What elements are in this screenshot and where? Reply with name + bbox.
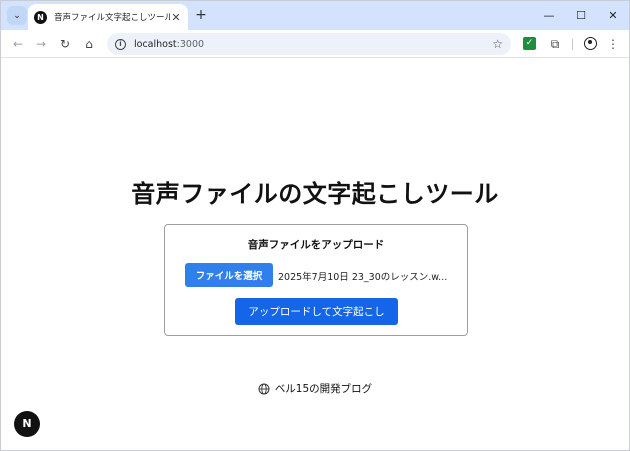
minimize-button[interactable]: — xyxy=(533,9,565,22)
toolbar-divider xyxy=(572,39,573,50)
tab-active[interactable]: N 音声ファイル文字起こしツール ✕ xyxy=(28,4,188,30)
url-text[interactable]: localhost:3000 xyxy=(134,39,492,50)
blog-link[interactable]: ベル15の開発ブログ xyxy=(1,381,629,396)
choose-file-button[interactable]: ファイルを選択 xyxy=(185,263,273,287)
info-icon[interactable]: i xyxy=(115,38,126,50)
back-icon[interactable]: ← xyxy=(9,35,27,53)
upload-transcribe-button[interactable]: アップロードして文字起こし xyxy=(235,298,398,325)
window-controls: — ☐ ✕ xyxy=(533,1,629,30)
home-icon[interactable]: ⌂ xyxy=(80,35,98,53)
star-icon[interactable]: ☆ xyxy=(492,37,503,51)
window-close-button[interactable]: ✕ xyxy=(597,9,629,22)
browser-window: ⌄ N 音声ファイル文字起こしツール ✕ + — ☐ ✕ ← → ↻ ⌂ i l… xyxy=(0,0,630,451)
browser-toolbar: ← → ↻ ⌂ i localhost:3000 ☆ ✓ ⧉ ⋮ xyxy=(1,30,629,58)
url-port: :3000 xyxy=(176,38,205,50)
url-host: localhost xyxy=(134,38,177,50)
address-bar[interactable]: i localhost:3000 ☆ xyxy=(107,33,511,55)
tab-title: 音声ファイル文字起こしツール xyxy=(54,13,170,23)
plus-icon[interactable]: + xyxy=(192,6,210,24)
puzzle-icon[interactable]: ⧉ xyxy=(546,35,564,53)
nextjs-dev-badge[interactable]: N xyxy=(14,411,40,437)
maximize-button[interactable]: ☐ xyxy=(565,9,597,22)
tab-strip: ⌄ N 音声ファイル文字起こしツール ✕ + — ☐ ✕ xyxy=(1,1,629,30)
tab-search-icon[interactable]: ⌄ xyxy=(7,6,27,25)
menu-icon[interactable]: ⋮ xyxy=(607,35,619,53)
selected-file-name: 2025年7月10日 23_30のレッスン.w... xyxy=(278,272,448,283)
page-content: 音声ファイルの文字起こしツール 音声ファイルをアップロード ファイルを選択 20… xyxy=(1,59,629,450)
blog-link-text[interactable]: ベル15の開発ブログ xyxy=(275,381,372,396)
favicon-icon: N xyxy=(34,10,47,24)
forward-icon[interactable]: → xyxy=(32,35,50,53)
close-icon[interactable]: ✕ xyxy=(170,11,182,24)
profile-icon[interactable] xyxy=(584,37,597,50)
upload-card: 音声ファイルをアップロード ファイルを選択 2025年7月10日 23_30のレ… xyxy=(164,224,468,336)
page-title: 音声ファイルの文字起こしツール xyxy=(131,180,499,208)
reload-icon[interactable]: ↻ xyxy=(56,35,74,53)
globe-icon xyxy=(258,383,270,394)
extension-check-icon[interactable]: ✓ xyxy=(523,37,536,50)
upload-heading: 音声ファイルをアップロード xyxy=(247,239,385,251)
